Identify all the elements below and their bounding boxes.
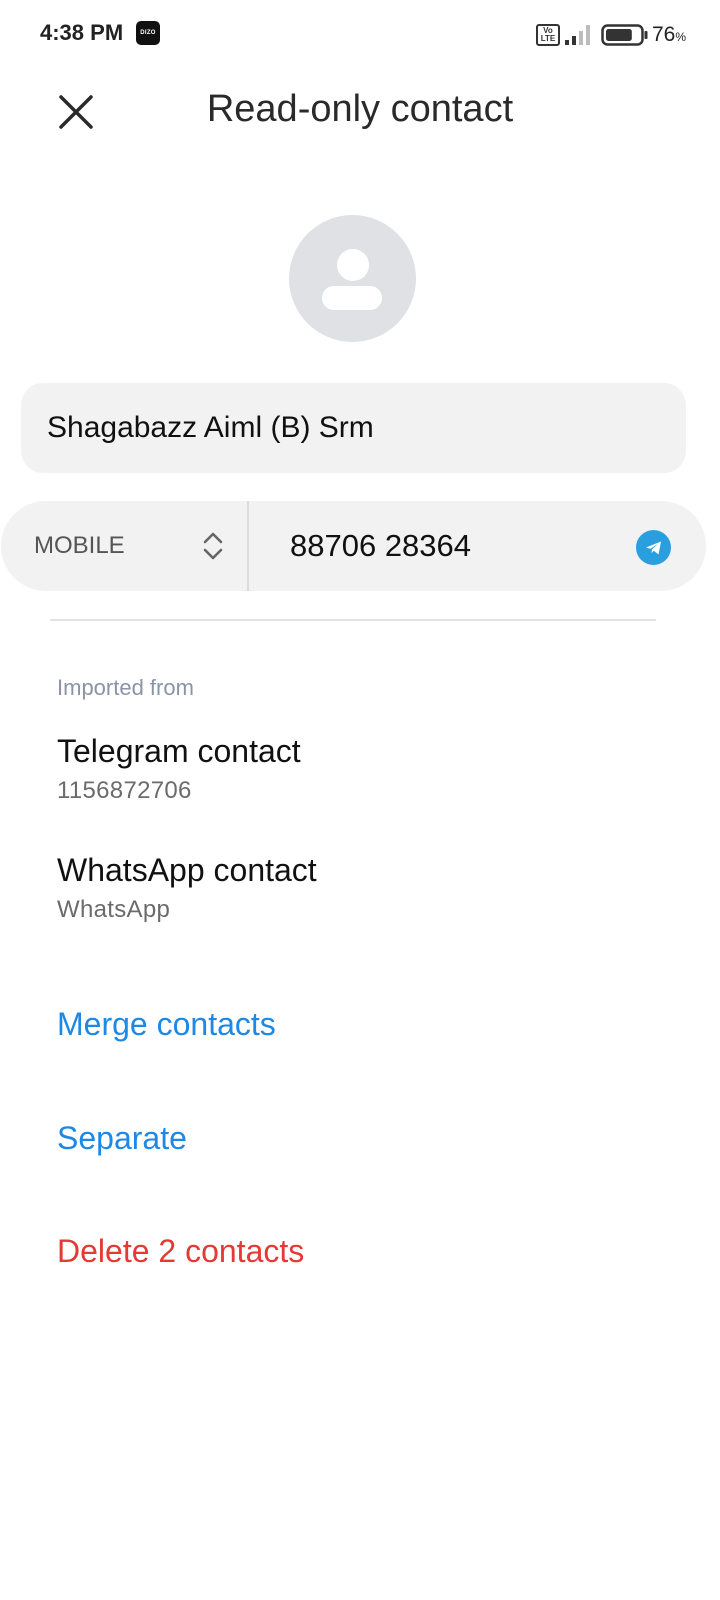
battery-icon xyxy=(601,24,648,46)
imported-from-label: Imported from xyxy=(57,675,194,700)
volte-icon: Vo LTE xyxy=(536,24,560,46)
source-title: Telegram contact xyxy=(57,733,301,769)
page-title: Read-only contact xyxy=(206,88,514,130)
battery-percent: 76% xyxy=(652,23,686,47)
telegram-icon xyxy=(645,541,661,554)
phone-type-label: MOBILE xyxy=(34,532,125,559)
source-subtitle: WhatsApp xyxy=(57,896,171,923)
chevron-up-down-icon xyxy=(203,532,223,560)
phone-number-field[interactable]: 88706 28364 xyxy=(290,501,471,591)
status-bar: 4:38 PM DIZO Vo LTE 76% xyxy=(0,0,720,68)
separate-button[interactable]: Separate xyxy=(57,1118,187,1158)
merge-contacts-button[interactable]: Merge contacts xyxy=(57,1004,276,1044)
telegram-button[interactable] xyxy=(636,530,671,565)
battery-unit: % xyxy=(675,30,687,44)
volte-bottom-label: LTE xyxy=(540,34,556,43)
contact-name-field[interactable]: Shagabazz Aiml (B) Srm xyxy=(21,383,686,473)
status-time: 4:38 PM xyxy=(40,20,124,45)
avatar-head xyxy=(337,249,369,281)
dizo-notification-icon: DIZO xyxy=(136,21,160,45)
battery-level: 76 xyxy=(652,23,676,46)
delete-contacts-button[interactable]: Delete 2 contacts xyxy=(57,1231,304,1271)
avatar-body xyxy=(322,286,382,310)
avatar xyxy=(289,215,416,342)
source-item-telegram[interactable]: Telegram contact 1156872706 xyxy=(57,731,301,807)
source-item-whatsapp[interactable]: WhatsApp contact WhatsApp xyxy=(57,850,317,926)
phone-type-selector[interactable]: MOBILE xyxy=(1,501,247,591)
phone-row: MOBILE 88706 28364 xyxy=(1,501,706,591)
source-title: WhatsApp contact xyxy=(57,852,317,888)
source-subtitle: 1156872706 xyxy=(57,777,192,804)
signal-icon xyxy=(565,25,590,45)
phone-divider xyxy=(247,501,249,591)
section-divider xyxy=(50,619,656,621)
